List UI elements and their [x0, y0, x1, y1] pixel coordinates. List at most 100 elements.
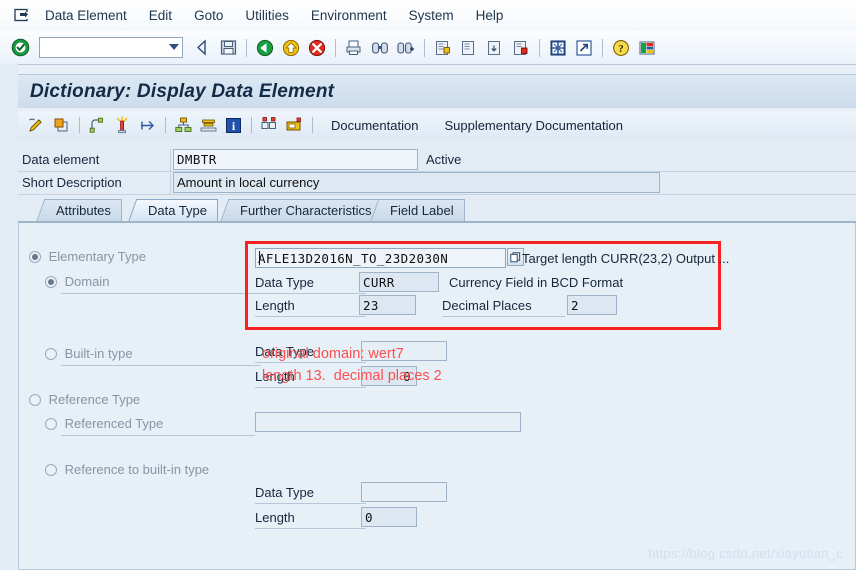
page-title: Dictionary: Display Data Element [30, 80, 335, 102]
menu-label: Utilities [245, 8, 289, 23]
technical-settings-icon[interactable] [171, 114, 196, 136]
domain-radio-group[interactable]: Domain [45, 273, 109, 289]
supplementary-documentation-link[interactable]: Supplementary Documentation [431, 118, 636, 133]
ref-builtin-length-input[interactable]: 0 [361, 507, 417, 527]
toolbar-separator [335, 38, 336, 57]
toolbar-separator [539, 38, 540, 57]
reference-type-label: Reference Type [48, 392, 141, 408]
back-arrow-icon[interactable] [190, 36, 214, 60]
reference-builtin-label: Reference to built-in type [64, 462, 210, 478]
toolbar-separator [602, 38, 603, 57]
first-page-icon[interactable] [431, 36, 455, 60]
ref-builtin-length-label: Length [255, 510, 295, 525]
builtin-type-radio[interactable] [45, 347, 57, 360]
domain-data-type-label: Data Type [255, 275, 315, 290]
find-next-icon[interactable] [394, 36, 418, 60]
menu-label: Environment [310, 8, 387, 23]
last-page-icon[interactable] [509, 36, 533, 60]
toolbar-separator [251, 117, 252, 133]
system-menu-icon[interactable] [8, 8, 34, 23]
hierarchy-icon[interactable] [135, 114, 160, 136]
next-page-icon[interactable] [483, 36, 507, 60]
other-object-icon[interactable] [49, 114, 74, 136]
data-type-panel: Elementary Type Domain AFLE13D2016N_TO_2… [18, 223, 856, 570]
domain-length-input[interactable]: 23 [359, 295, 416, 315]
tab-label: Attributes [46, 199, 122, 222]
tab-label: Further Characteristics [230, 199, 383, 222]
menu-item-help[interactable]: Help [465, 5, 515, 26]
tab-label: Field Label [380, 199, 465, 222]
stack-icon[interactable] [196, 114, 221, 136]
menu-item-goto[interactable]: Goto [183, 5, 234, 26]
where-used-list-icon[interactable] [85, 114, 110, 136]
domain-decimals-label: Decimal Places [442, 298, 532, 313]
builtin-type-radio-group[interactable]: Built-in type [45, 345, 133, 361]
domain-data-type-description: Currency Field in BCD Format [449, 275, 624, 290]
referenced-type-input[interactable] [255, 412, 521, 432]
toolbar-separator [424, 38, 425, 57]
reference-builtin-radio-group[interactable]: Reference to built-in type [45, 461, 209, 477]
reference-type-radio[interactable] [29, 393, 41, 406]
expand-icon[interactable] [110, 114, 135, 136]
menu-item-environment[interactable]: Environment [300, 5, 398, 26]
short-description-value: Amount in local currency [177, 175, 320, 190]
command-input[interactable] [40, 39, 164, 56]
create-shortcut-icon[interactable] [572, 36, 596, 60]
domain-decimals-input[interactable]: 2 [567, 295, 617, 315]
menu-item-edit[interactable]: Edit [138, 5, 183, 26]
elementary-type-radio-group[interactable]: Elementary Type [29, 248, 146, 264]
back-green-icon[interactable] [253, 36, 277, 60]
screen-title-bar: Dictionary: Display Data Element [18, 74, 856, 108]
watermark-text: https://blog.csdn.net/xiayutian_c [648, 546, 843, 561]
documentation-link[interactable]: Documentation [318, 118, 431, 133]
left-margin-strip [0, 64, 18, 570]
find-icon[interactable] [368, 36, 392, 60]
elementary-type-radio[interactable] [29, 250, 41, 263]
chevron-down-icon[interactable] [169, 44, 179, 50]
menu-item-data-element[interactable]: Data Element [34, 5, 138, 26]
ref-builtin-length-value: 0 [365, 509, 373, 525]
domain-value: AFLE13D2016N_TO_23D2030N [258, 250, 449, 266]
elementary-type-label: Elementary Type [48, 249, 146, 265]
data-element-input[interactable]: DMBTR [173, 149, 418, 170]
print-icon[interactable] [342, 36, 366, 60]
domain-data-type-input[interactable]: CURR [359, 272, 439, 292]
domain-input[interactable]: AFLE13D2016N_TO_23D2030N [255, 248, 506, 268]
standard-toolbar: ? [0, 31, 856, 65]
green-check-icon[interactable] [8, 36, 32, 60]
exit-yellow-icon[interactable] [279, 36, 303, 60]
toolbar-separator [246, 38, 247, 57]
reference-builtin-radio[interactable] [45, 463, 57, 476]
documentation-object-icon[interactable] [282, 114, 307, 136]
short-description-input[interactable]: Amount in local currency [173, 172, 660, 193]
info-icon[interactable]: i [221, 114, 246, 136]
customize-icon[interactable] [635, 36, 659, 60]
short-description-label: Short Description [22, 175, 122, 190]
menu-item-system[interactable]: System [398, 5, 465, 26]
append-icon[interactable] [257, 114, 282, 136]
menu-bar: Data Element Edit Goto Utilities Environ… [0, 0, 856, 32]
referenced-type-radio-group[interactable]: Referenced Type [45, 415, 163, 431]
menu-label: Help [475, 8, 504, 23]
application-toolbar: i Documentation Supplementary Documentat… [18, 111, 856, 139]
create-session-icon[interactable] [546, 36, 570, 60]
data-element-value: DMBTR [177, 152, 217, 167]
command-field[interactable] [39, 37, 183, 58]
referenced-type-radio[interactable] [45, 417, 57, 430]
data-element-label: Data element [22, 152, 100, 167]
domain-radio[interactable] [45, 275, 57, 288]
domain-hint-text: Target length CURR(23,2) Output ... [522, 251, 730, 266]
annotation-line-2: length 13. decimal places 2 [262, 368, 442, 384]
domain-length-label: Length [255, 298, 295, 313]
data-element-row: Data element DMBTR Active [18, 149, 856, 172]
menu-label: Data Element [45, 8, 127, 23]
reference-type-radio-group[interactable]: Reference Type [29, 391, 140, 407]
display-change-icon[interactable] [24, 114, 49, 136]
cancel-red-icon[interactable] [305, 36, 329, 60]
ref-builtin-data-type-input[interactable] [361, 482, 447, 502]
save-icon[interactable] [216, 36, 240, 60]
help-icon[interactable]: ? [609, 36, 633, 60]
previous-page-icon[interactable] [457, 36, 481, 60]
menu-item-utilities[interactable]: Utilities [234, 5, 300, 26]
domain-data-type-value: CURR [363, 274, 395, 290]
